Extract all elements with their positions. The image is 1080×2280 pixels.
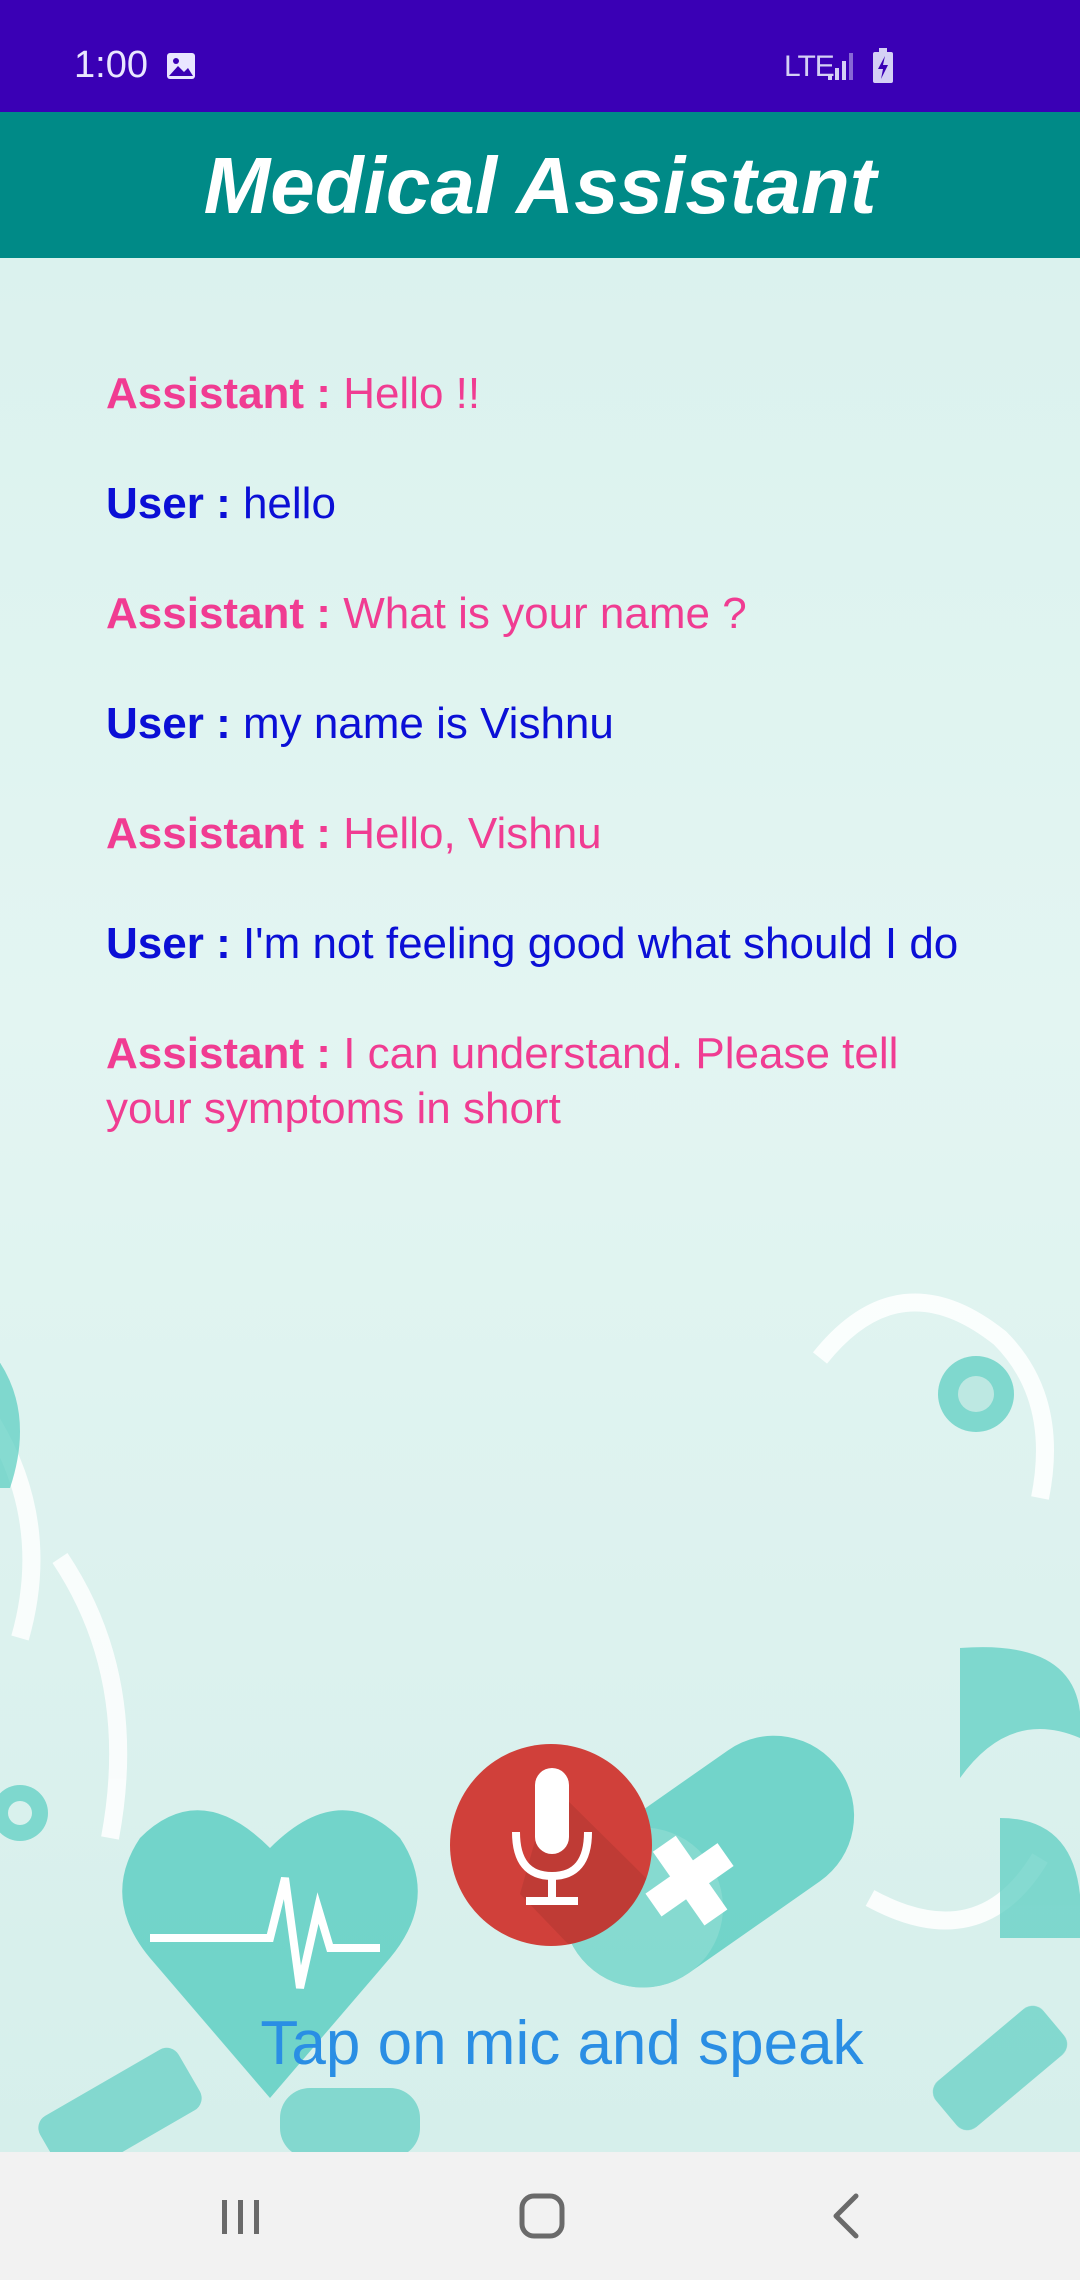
message-text: Hello, Vishnu bbox=[343, 809, 602, 858]
system-nav-bar bbox=[0, 2152, 1080, 2280]
speaker-label: Assistant : bbox=[106, 1029, 331, 1078]
image-icon bbox=[167, 53, 195, 79]
speaker-label: Assistant : bbox=[106, 589, 331, 638]
home-icon[interactable] bbox=[502, 2182, 582, 2250]
chat-message-user: User : I'm not feeling good what should … bbox=[106, 916, 976, 971]
microphone-icon bbox=[512, 1768, 592, 1905]
status-time: 1:00 bbox=[74, 44, 148, 86]
app-header: Medical Assistant bbox=[0, 112, 1080, 258]
speaker-label: User : bbox=[106, 479, 231, 528]
chat-message-assistant: Assistant : Hello, Vishnu bbox=[106, 806, 976, 861]
chat-message-assistant: Assistant : Hello !! bbox=[106, 366, 976, 421]
recents-icon[interactable] bbox=[200, 2182, 280, 2250]
speaker-label: User : bbox=[106, 699, 231, 748]
chat-message-user: User : my name is Vishnu bbox=[106, 696, 976, 751]
chat-message-assistant: Assistant : What is your name ? bbox=[106, 586, 976, 641]
chat-message-user: User : hello bbox=[106, 476, 976, 531]
speaker-label: Assistant : bbox=[106, 809, 331, 858]
mic-button[interactable] bbox=[450, 1744, 652, 1946]
chat-message-assistant: Assistant : I can understand. Please tel… bbox=[106, 1026, 976, 1136]
speaker-label: Assistant : bbox=[106, 369, 331, 418]
signal-icon bbox=[828, 53, 853, 80]
back-icon[interactable] bbox=[806, 2182, 886, 2250]
battery-charging-icon bbox=[873, 48, 893, 83]
chat-transcript: Assistant : Hello !! User : hello Assist… bbox=[106, 366, 976, 1191]
message-text: my name is Vishnu bbox=[242, 699, 614, 748]
chat-area[interactable]: Assistant : Hello !! User : hello Assist… bbox=[0, 258, 1080, 2152]
message-text: Hello !! bbox=[343, 369, 481, 418]
speaker-label: User : bbox=[106, 919, 231, 968]
status-bar: 1:00 LTE bbox=[0, 0, 1080, 112]
message-text: What is your name ? bbox=[343, 589, 747, 638]
message-text: I'm not feeling good what should I do bbox=[242, 919, 959, 968]
message-text: hello bbox=[242, 479, 336, 528]
mic-hint-text: Tap on mic and speak bbox=[260, 2009, 864, 2078]
page-title: Medical Assistant bbox=[203, 141, 877, 230]
